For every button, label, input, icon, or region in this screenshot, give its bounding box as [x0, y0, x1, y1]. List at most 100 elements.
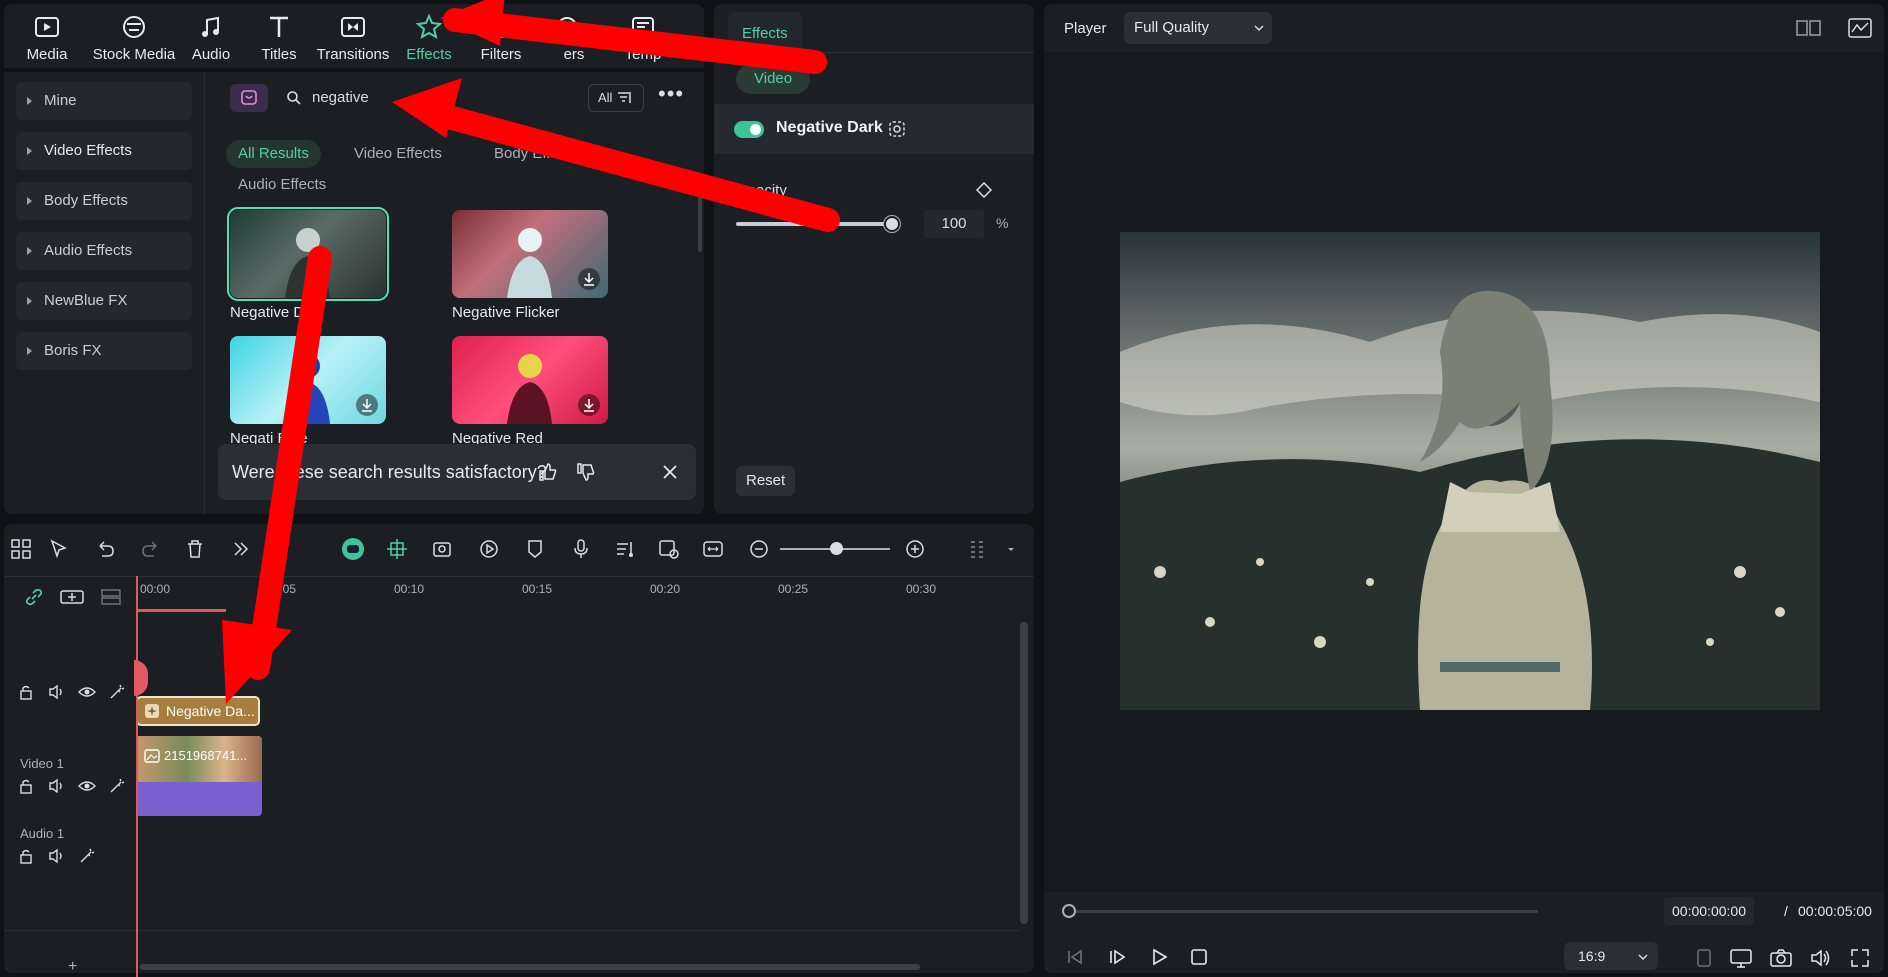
snapshot-icon[interactable]: [1770, 948, 1792, 968]
opacity-slider-handle[interactable]: [884, 216, 900, 232]
tab-video[interactable]: Video: [736, 64, 811, 94]
subtab-video-effects[interactable]: Video Effects: [342, 140, 454, 168]
effect-enable-toggle[interactable]: [734, 121, 764, 138]
zoom-slider-handle[interactable]: [830, 542, 843, 555]
effect-thumb-negative-dark[interactable]: [227, 207, 389, 301]
fit-width-icon[interactable]: [702, 538, 724, 560]
category-mine[interactable]: Mine: [16, 82, 192, 120]
ai-copilot-icon[interactable]: [340, 536, 366, 562]
subtab-all-results[interactable]: All Results: [226, 140, 321, 168]
display-icon[interactable]: [1730, 948, 1752, 968]
tab-effects[interactable]: Effects: [728, 12, 802, 56]
category-boris-fx[interactable]: Boris FX: [16, 332, 192, 370]
volume-icon[interactable]: [1810, 948, 1832, 968]
toolbar-transitions[interactable]: Transitions: [310, 12, 396, 63]
effect-thumb-negative-blue[interactable]: [230, 336, 386, 424]
layout-grid-icon[interactable]: [10, 538, 32, 560]
opacity-value-input[interactable]: 100: [924, 210, 984, 238]
track-manager-icon[interactable]: [100, 587, 122, 607]
search-icon: [287, 91, 301, 105]
microphone-icon[interactable]: [570, 538, 592, 560]
effect-clip[interactable]: Negative Da...: [136, 696, 260, 726]
aspect-ratio-dropdown[interactable]: 16:9: [1564, 942, 1658, 970]
toolbar-media[interactable]: Media: [4, 12, 90, 63]
zoom-out-icon[interactable]: [748, 538, 770, 560]
more-tools-icon[interactable]: [230, 538, 252, 560]
download-icon[interactable]: [578, 394, 600, 416]
timeline-v-scrollbar[interactable]: [1020, 622, 1028, 924]
prev-frame-icon[interactable]: [1066, 948, 1084, 966]
playback-scrubber[interactable]: [1062, 904, 1076, 918]
next-frame-icon[interactable]: [1108, 948, 1126, 966]
stop-icon[interactable]: [1190, 948, 1208, 966]
keyframe-icon[interactable]: [976, 182, 992, 198]
scopes-icon[interactable]: [1848, 18, 1872, 38]
search-input[interactable]: negative: [280, 82, 580, 114]
marker-icon[interactable]: [1696, 948, 1712, 968]
delete-icon[interactable]: [184, 538, 206, 560]
speaker-icon[interactable]: [48, 848, 66, 864]
marker-shield-icon[interactable]: [524, 538, 546, 560]
zoom-in-icon[interactable]: [904, 538, 926, 560]
link-icon[interactable]: [24, 587, 44, 607]
toolbar-templates[interactable]: Temp: [600, 12, 686, 63]
snap-icon[interactable]: [386, 538, 408, 560]
video-preview[interactable]: [1120, 232, 1820, 710]
filter-button[interactable]: All: [588, 84, 644, 112]
magic-wand-icon[interactable]: [108, 778, 126, 794]
reset-button[interactable]: Reset: [736, 466, 796, 496]
library-scrollbar[interactable]: [698, 196, 702, 252]
download-icon[interactable]: [356, 394, 378, 416]
timeline-h-scrollbar[interactable]: [140, 964, 920, 970]
subtab-body-effects[interactable]: Body Eff: [482, 140, 562, 168]
speaker-icon[interactable]: [48, 778, 66, 794]
track-height-icon[interactable]: [966, 538, 988, 560]
auto-reframe-icon[interactable]: [432, 538, 454, 560]
video-clip[interactable]: 2151968741...: [136, 736, 262, 816]
fullscreen-icon[interactable]: [1850, 948, 1870, 968]
select-tool-icon[interactable]: [48, 538, 70, 560]
undo-icon[interactable]: [94, 538, 116, 560]
thumbs-down-icon[interactable]: [576, 462, 596, 482]
redo-icon[interactable]: [140, 538, 162, 560]
add-track-plus-icon[interactable]: +: [68, 958, 77, 976]
lock-icon[interactable]: [18, 848, 34, 864]
eye-icon[interactable]: [78, 684, 96, 700]
category-body-effects[interactable]: Body Effects: [16, 182, 192, 220]
layout-icon[interactable]: [1796, 18, 1822, 38]
mask-icon[interactable]: [888, 120, 906, 138]
stabilize-icon[interactable]: [658, 538, 680, 560]
effect-thumb-negative-red[interactable]: [452, 336, 608, 424]
lock-icon[interactable]: [18, 684, 34, 700]
toolbar-filters[interactable]: Filters: [458, 12, 544, 63]
playback-progress-bar[interactable]: [1066, 910, 1538, 913]
expand-icon: [27, 347, 32, 355]
more-options-icon[interactable]: •••: [658, 83, 684, 108]
add-track-icon[interactable]: [60, 587, 84, 607]
close-icon[interactable]: [662, 464, 678, 480]
magic-wand-icon[interactable]: [108, 684, 126, 700]
eye-icon[interactable]: [78, 778, 96, 794]
lock-icon[interactable]: [18, 778, 34, 794]
ai-search-toggle[interactable]: [230, 84, 268, 112]
playhead[interactable]: [136, 576, 138, 977]
download-icon[interactable]: [578, 268, 600, 290]
play-icon[interactable]: [1150, 948, 1168, 966]
audio-mixer-icon[interactable]: [614, 538, 636, 560]
category-video-effects[interactable]: Video Effects: [16, 132, 192, 170]
category-newblue-fx[interactable]: NewBlue FX: [16, 282, 192, 320]
work-area-bar[interactable]: [136, 609, 226, 612]
effects-icon: [415, 13, 443, 40]
thumbs-up-icon[interactable]: [538, 462, 558, 482]
opacity-unit: %: [996, 215, 1009, 231]
effect-thumb-negative-flicker[interactable]: [452, 210, 608, 298]
quality-dropdown[interactable]: Full Quality: [1124, 12, 1272, 44]
chevron-down-icon[interactable]: [1000, 538, 1022, 560]
toolbar-stickers[interactable]: ers: [534, 12, 600, 63]
magic-wand-icon[interactable]: [78, 848, 96, 864]
render-icon[interactable]: [478, 538, 500, 560]
speaker-icon[interactable]: [48, 684, 66, 700]
category-audio-effects[interactable]: Audio Effects: [16, 232, 192, 270]
current-time[interactable]: 00:00:00:00: [1664, 897, 1754, 925]
opacity-slider[interactable]: [736, 222, 896, 226]
